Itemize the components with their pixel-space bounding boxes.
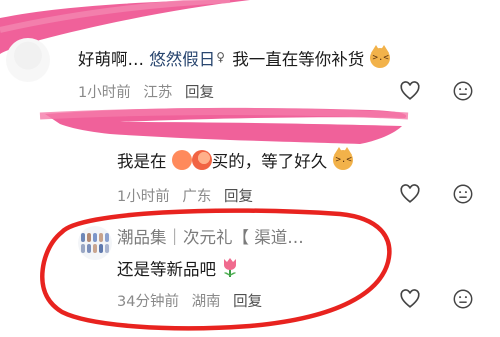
highlight-circle	[40, 208, 392, 331]
